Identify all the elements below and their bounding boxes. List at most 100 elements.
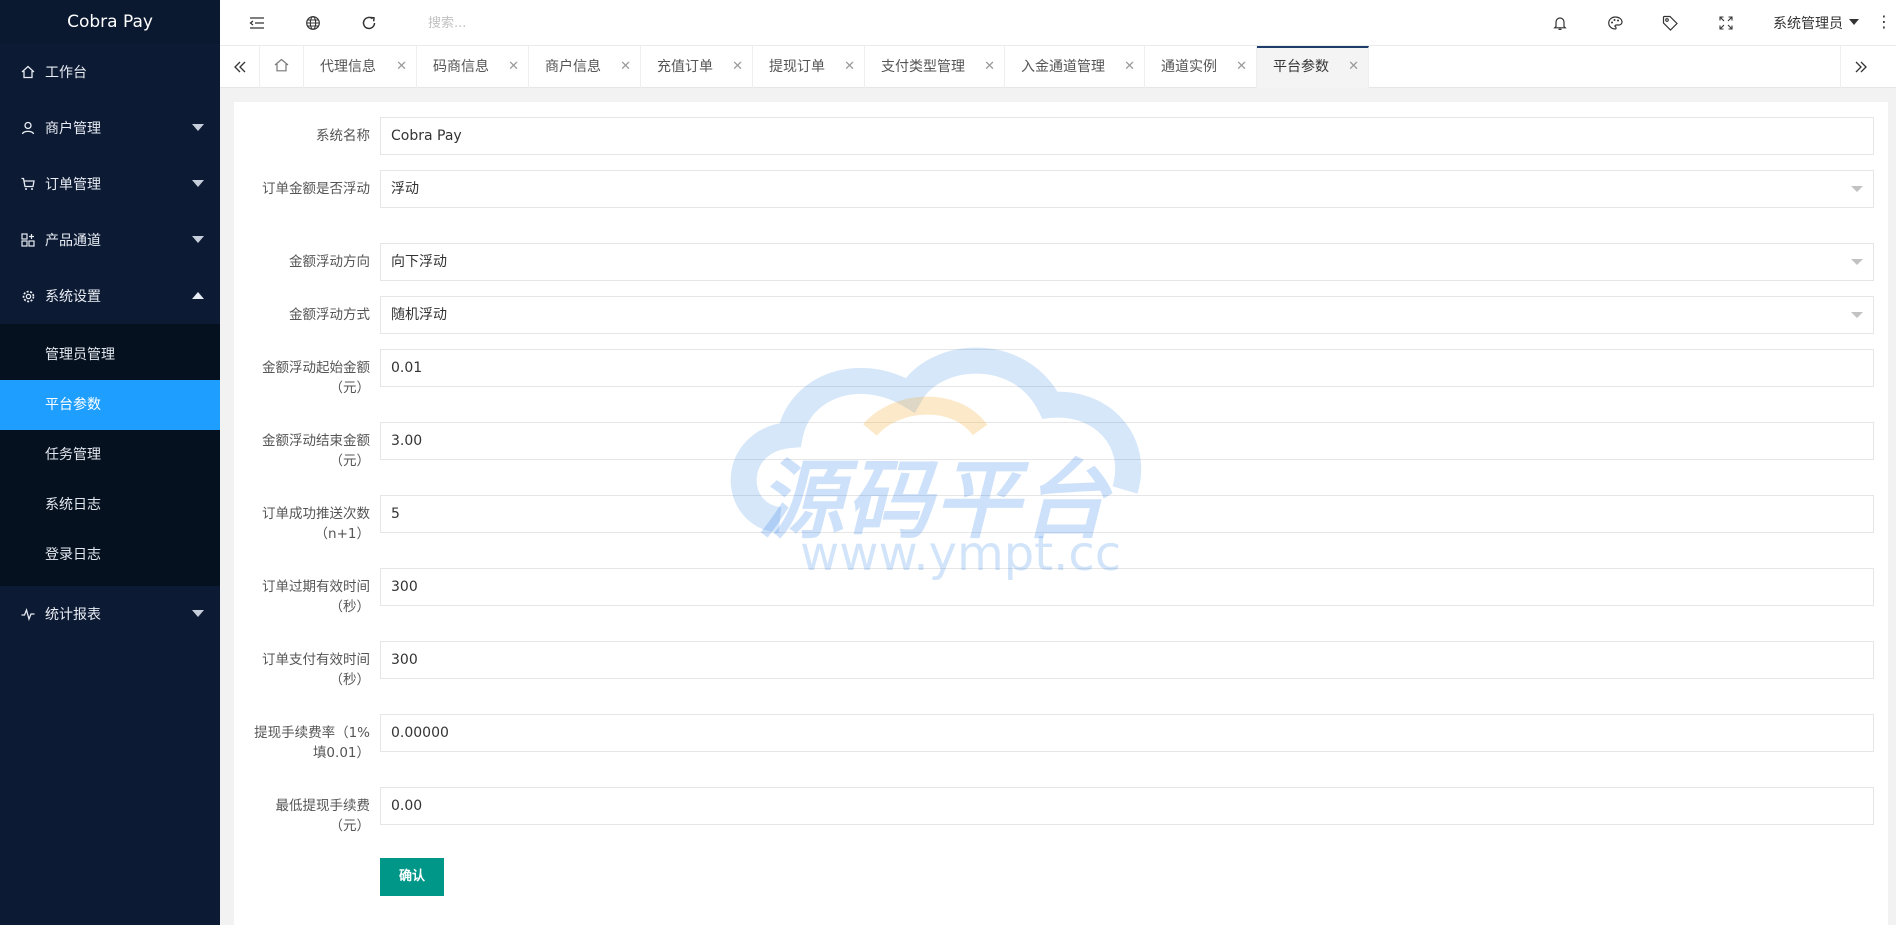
search-input[interactable]: [428, 12, 668, 34]
field-label: 订单过期有效时间（秒）: [262, 579, 370, 615]
select-value: 向下浮动: [391, 254, 447, 270]
tab-label: 充值订单: [657, 59, 713, 75]
tab-payment-type-management[interactable]: 支付类型管理 ✕: [865, 46, 1005, 88]
sidebar-item-workbench[interactable]: 工作台: [0, 44, 220, 100]
admin-name: 系统管理员: [1773, 16, 1843, 32]
sidebar: Cobra Pay 工作台 商户管理 订单管理 产品通道 系统设置 管理员管理 …: [0, 0, 220, 925]
apps-icon: [20, 232, 36, 248]
sidebar-item-channels[interactable]: 产品通道: [0, 212, 220, 268]
close-icon[interactable]: ✕: [396, 46, 407, 88]
main-content: 系统名称 订单金额是否浮动 浮动 金额浮动方向 向下浮动 金额浮动方式 随机浮动…: [234, 102, 1888, 925]
sidebar-subitem-admin-management[interactable]: 管理员管理: [0, 330, 220, 380]
sidebar-subitem-task-management[interactable]: 任务管理: [0, 430, 220, 480]
tab-code-merchant-info[interactable]: 码商信息 ✕: [417, 46, 529, 88]
sidebar-item-label: 商户管理: [45, 121, 101, 137]
sidebar-submenu-system-settings: 管理员管理 平台参数 任务管理 系统日志 登录日志: [0, 324, 220, 586]
tab-channel-instances[interactable]: 通道实例 ✕: [1145, 46, 1257, 88]
close-icon[interactable]: ✕: [1236, 46, 1247, 88]
menu-fold-icon[interactable]: [247, 13, 267, 33]
tab-label: 商户信息: [545, 59, 601, 75]
palette-icon[interactable]: [1605, 13, 1625, 33]
tab-recharge-orders[interactable]: 充值订单 ✕: [641, 46, 753, 88]
chevron-down-icon: [1851, 186, 1863, 192]
field-label: 订单支付有效时间（秒）: [262, 652, 370, 688]
float-start-amount-input[interactable]: [380, 349, 1874, 387]
select-value: 浮动: [391, 181, 419, 197]
chevron-up-icon: [192, 292, 204, 299]
tab-label: 支付类型管理: [881, 59, 965, 75]
sidebar-item-system-settings[interactable]: 系统设置: [0, 268, 220, 324]
sidebar-item-orders[interactable]: 订单管理: [0, 156, 220, 212]
tab-merchant-info[interactable]: 商户信息 ✕: [529, 46, 641, 88]
refresh-icon[interactable]: [359, 13, 379, 33]
cart-icon: [20, 176, 36, 192]
home-icon: [274, 58, 289, 76]
sidebar-item-reports[interactable]: 统计报表: [0, 586, 220, 642]
tab-label: 平台参数: [1273, 59, 1329, 75]
sidebar-item-label: 工作台: [45, 65, 87, 81]
float-end-amount-input[interactable]: [380, 422, 1874, 460]
tabs-scroll-right-icon[interactable]: [1840, 46, 1880, 88]
float-method-select[interactable]: 随机浮动: [380, 296, 1874, 334]
gear-icon: [20, 288, 36, 304]
payment-valid-time-input[interactable]: [380, 641, 1874, 679]
close-icon[interactable]: ✕: [508, 46, 519, 88]
top-header: 系统管理员 ⋮: [220, 0, 1896, 46]
select-value: 随机浮动: [391, 307, 447, 323]
tab-platform-params[interactable]: 平台参数 ✕: [1257, 46, 1369, 88]
tab-label: 通道实例: [1161, 59, 1217, 75]
tab-deposit-channel-management[interactable]: 入金通道管理 ✕: [1005, 46, 1145, 88]
tab-label: 提现订单: [769, 59, 825, 75]
sidebar-item-label: 统计报表: [45, 607, 101, 623]
field-label: 金额浮动方向: [289, 254, 370, 270]
chevron-down-icon: [192, 236, 204, 243]
home-icon: [20, 64, 36, 80]
sidebar-item-merchant[interactable]: 商户管理: [0, 100, 220, 156]
tab-bar: 代理信息 ✕ 码商信息 ✕ 商户信息 ✕ 充值订单 ✕ 提现订单 ✕ 支付类型管理 ✕ 入金…: [220, 46, 1896, 88]
close-icon[interactable]: ✕: [1124, 46, 1135, 88]
user-icon: [20, 120, 36, 136]
field-label: 系统名称: [316, 128, 370, 144]
field-label: 提现手续费率（1%填0.01）: [254, 725, 370, 761]
chevron-down-icon: [1851, 312, 1863, 318]
bell-icon[interactable]: [1550, 13, 1570, 33]
field-label: 订单成功推送次数（n+1）: [262, 506, 370, 542]
chevron-down-icon: [1849, 19, 1859, 25]
chart-icon: [20, 606, 36, 622]
home-tab[interactable]: [260, 46, 304, 88]
sidebar-subitem-platform-params[interactable]: 平台参数: [0, 380, 220, 430]
system-name-input[interactable]: [380, 117, 1874, 155]
close-icon[interactable]: ✕: [1348, 48, 1359, 86]
field-label: 金额浮动方式: [289, 307, 370, 323]
fullscreen-icon[interactable]: [1716, 13, 1736, 33]
push-count-input[interactable]: [380, 495, 1874, 533]
close-icon[interactable]: ✕: [984, 46, 995, 88]
globe-icon[interactable]: [303, 13, 323, 33]
withdraw-fee-rate-input[interactable]: [380, 714, 1874, 752]
order-expire-time-input[interactable]: [380, 568, 1874, 606]
chevron-down-icon: [192, 180, 204, 187]
min-withdraw-fee-input[interactable]: [380, 787, 1874, 825]
admin-user-menu[interactable]: 系统管理员: [1773, 13, 1859, 33]
field-label: 金额浮动结束金额（元）: [262, 433, 370, 469]
amount-float-select[interactable]: 浮动: [380, 170, 1874, 208]
tab-label: 代理信息: [320, 59, 376, 75]
float-direction-select[interactable]: 向下浮动: [380, 243, 1874, 281]
chevron-down-icon: [192, 124, 204, 131]
tag-icon[interactable]: [1660, 13, 1680, 33]
tab-label: 入金通道管理: [1021, 59, 1105, 75]
field-label: 最低提现手续费（元）: [275, 798, 371, 834]
field-label: 订单金额是否浮动: [262, 181, 370, 197]
sidebar-subitem-login-log[interactable]: 登录日志: [0, 530, 220, 580]
tabs-scroll-left-icon[interactable]: [220, 46, 260, 88]
sidebar-subitem-system-log[interactable]: 系统日志: [0, 480, 220, 530]
app-logo[interactable]: Cobra Pay: [0, 0, 220, 44]
tab-agent-info[interactable]: 代理信息 ✕: [304, 46, 417, 88]
close-icon[interactable]: ✕: [844, 46, 855, 88]
confirm-button[interactable]: 确认: [380, 858, 444, 896]
close-icon[interactable]: ✕: [732, 46, 743, 88]
close-icon[interactable]: ✕: [620, 46, 631, 88]
chevron-down-icon: [192, 610, 204, 617]
tab-withdraw-orders[interactable]: 提现订单 ✕: [753, 46, 865, 88]
more-vertical-icon[interactable]: ⋮: [1876, 13, 1892, 31]
